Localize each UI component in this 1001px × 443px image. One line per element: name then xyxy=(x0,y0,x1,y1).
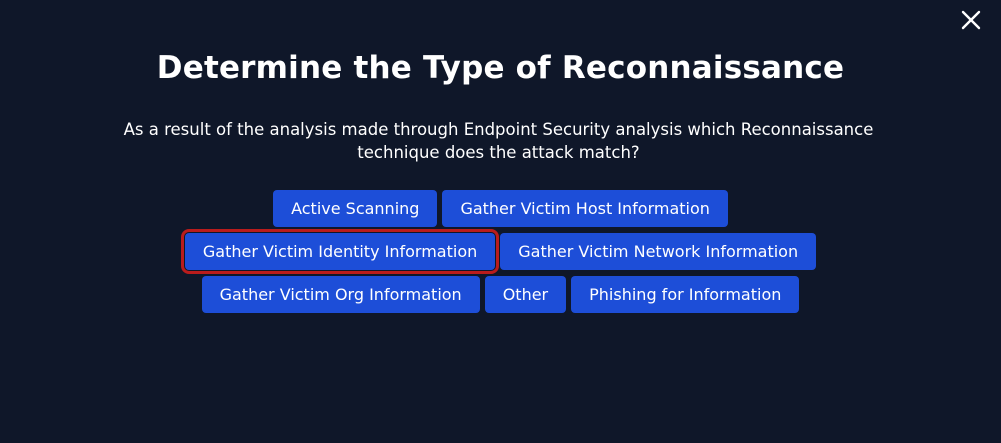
option-gather-victim-org-information[interactable]: Gather Victim Org Information xyxy=(201,276,480,313)
option-other[interactable]: Other xyxy=(484,276,567,313)
option-phishing-for-information[interactable]: Phishing for Information xyxy=(571,276,800,313)
option-gather-victim-host-information[interactable]: Gather Victim Host Information xyxy=(442,190,728,227)
option-gather-victim-identity-information[interactable]: Gather Victim Identity Information xyxy=(180,229,500,274)
reconnaissance-modal: Determine the Type of Reconnaissance As … xyxy=(0,0,1001,443)
options-row: Gather Victim Org Information Other Phis… xyxy=(0,276,1001,313)
close-icon xyxy=(961,10,981,30)
close-button[interactable] xyxy=(959,8,983,32)
question-text: As a result of the analysis made through… xyxy=(123,120,874,162)
modal-title: Determine the Type of Reconnaissance xyxy=(156,50,845,86)
option-active-scanning[interactable]: Active Scanning xyxy=(273,190,438,227)
option-gather-victim-network-information[interactable]: Gather Victim Network Information xyxy=(500,233,817,270)
options-row: Active Scanning Gather Victim Host Infor… xyxy=(0,190,1001,227)
options-row: Gather Victim Identity Information Gathe… xyxy=(0,229,1001,274)
